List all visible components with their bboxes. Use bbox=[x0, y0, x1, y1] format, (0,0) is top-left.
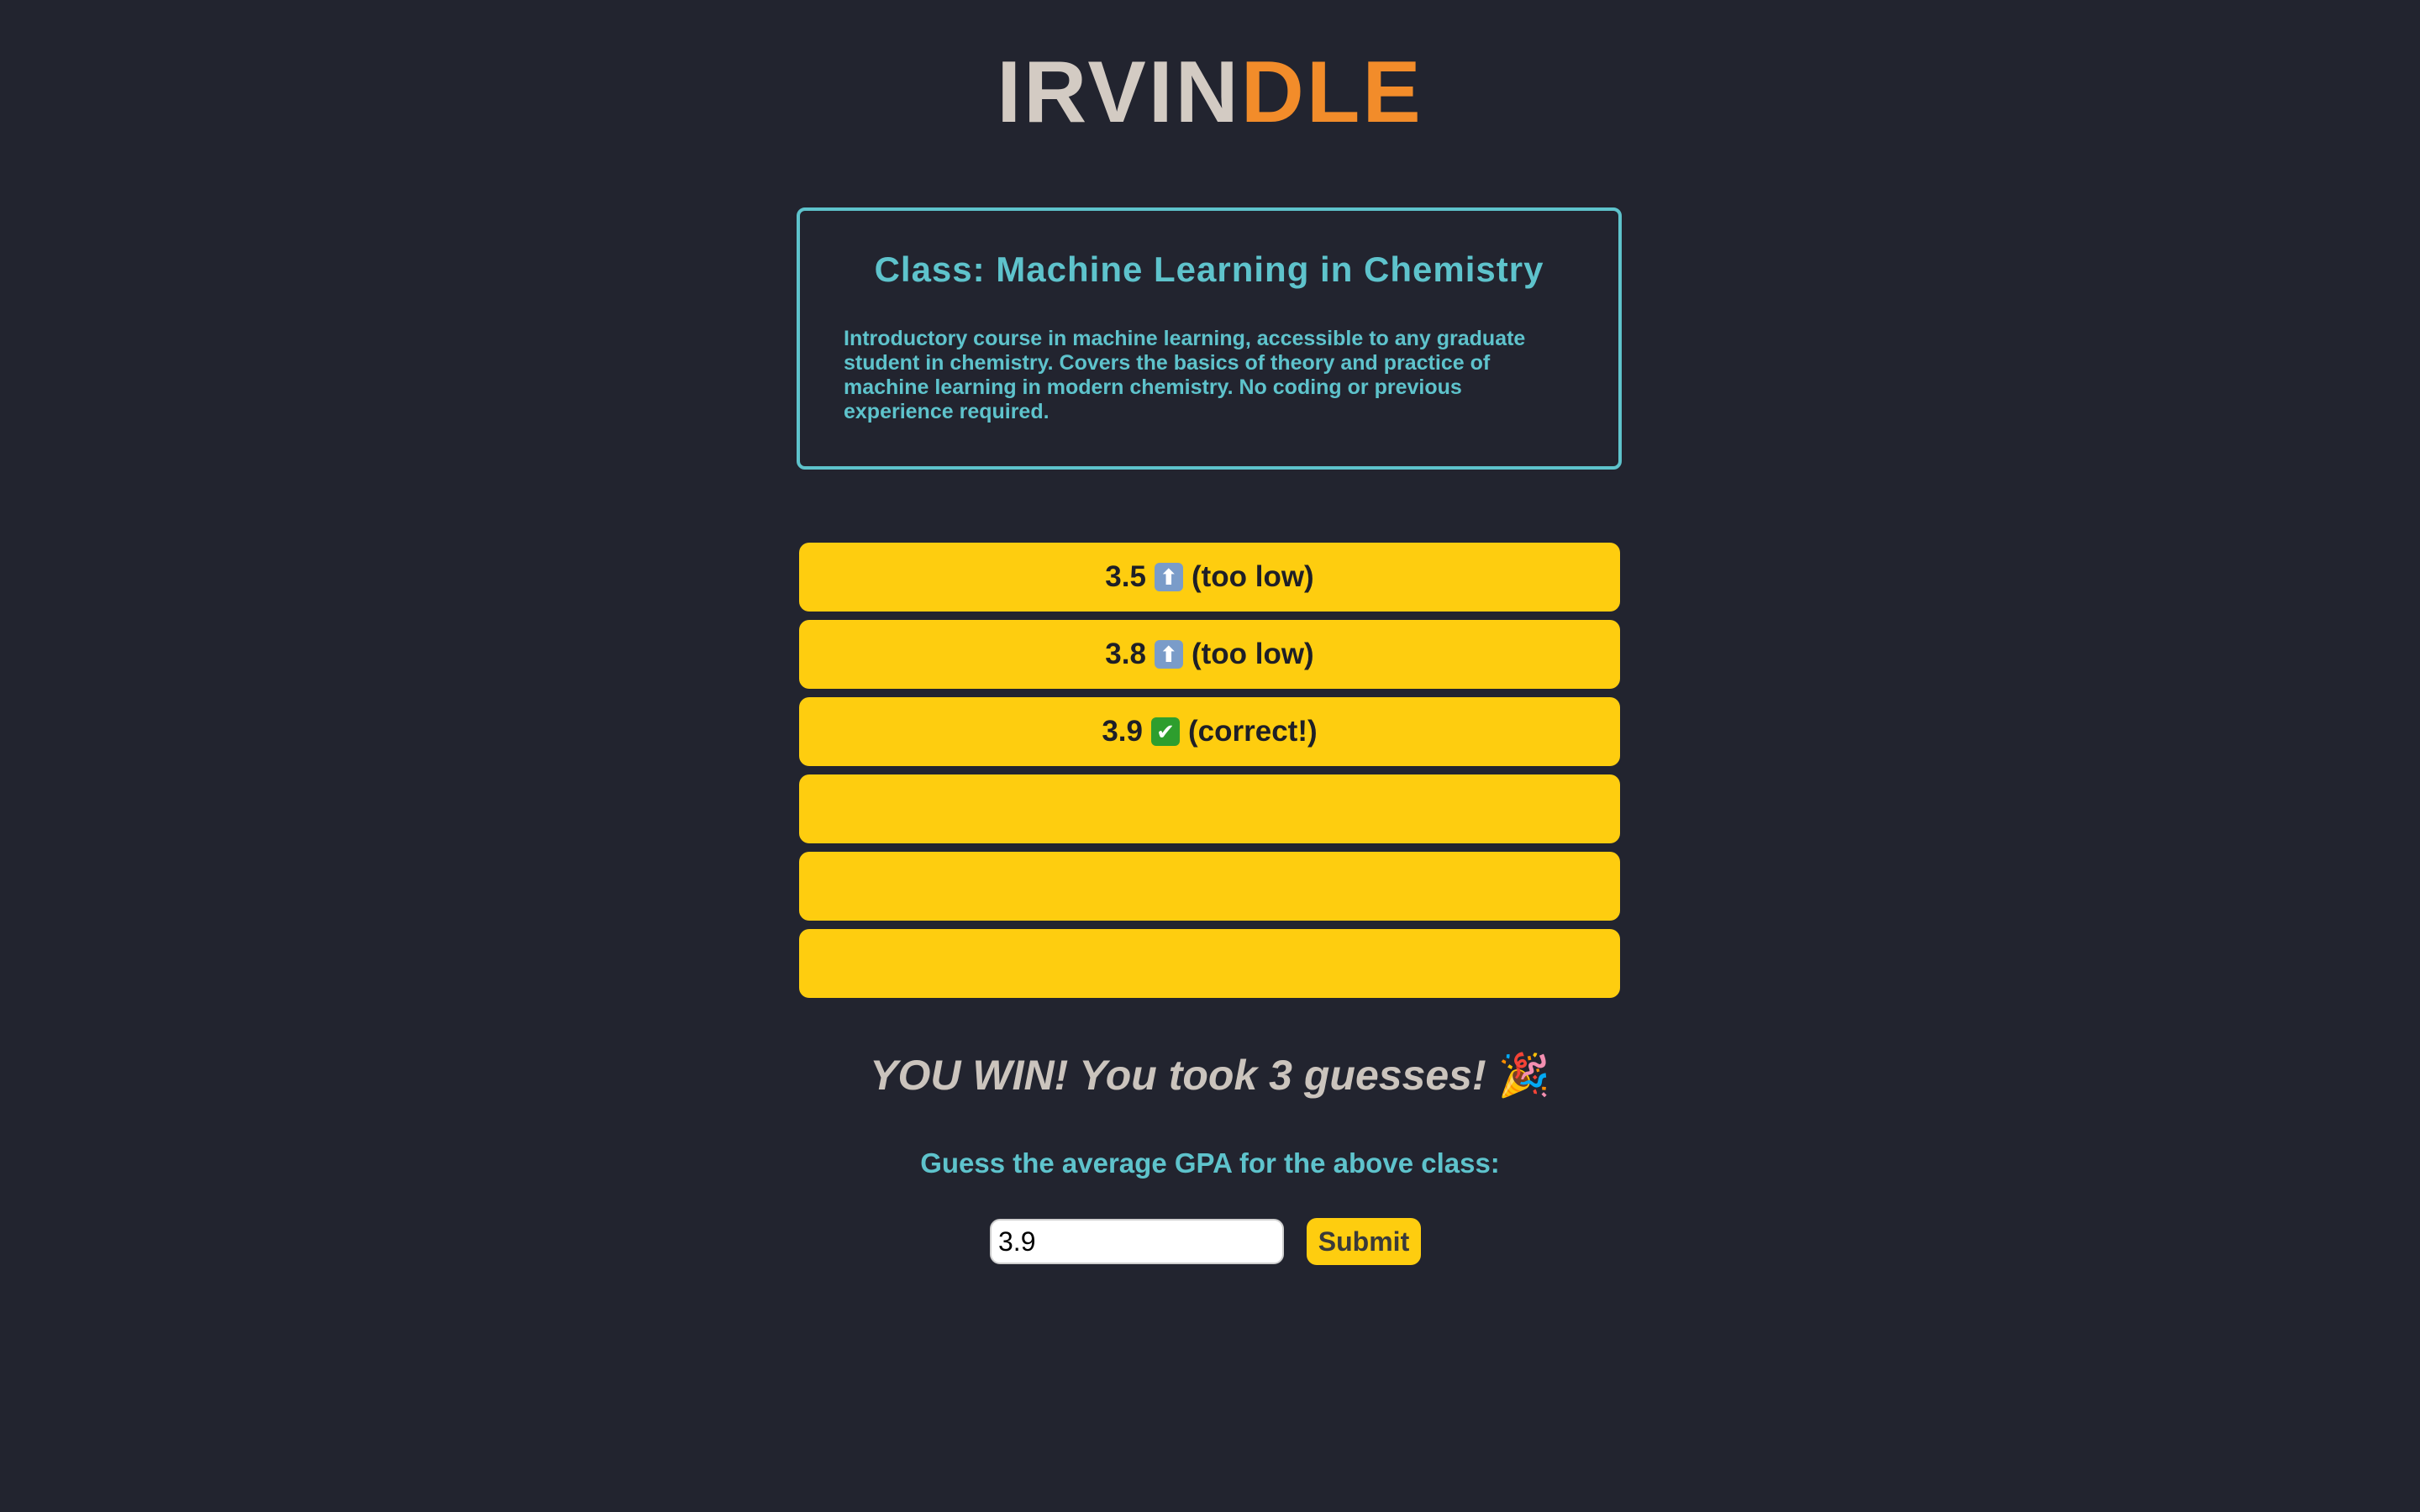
guess-row: 3.5 ⬆ (too low) bbox=[799, 543, 1620, 612]
guess-value: 3.8 bbox=[1105, 638, 1146, 670]
party-popper-icon: 🎉 bbox=[1497, 1052, 1550, 1099]
guess-feedback: (too low) bbox=[1191, 638, 1314, 670]
guess-row: 3.9 ✔ (correct!) bbox=[799, 697, 1620, 766]
guess-feedback: (correct!) bbox=[1188, 715, 1318, 748]
app-logo: IRVINDLE bbox=[0, 42, 2420, 143]
guess-value: 3.5 bbox=[1105, 560, 1146, 593]
logo-part-irvin: IRVIN bbox=[997, 44, 1241, 141]
class-title: Class: Machine Learning in Chemistry bbox=[874, 249, 1544, 289]
guess-list: 3.5 ⬆ (too low) 3.8 ⬆ (too low) 3.9 ✔ (c… bbox=[799, 543, 1620, 1006]
guess-row-empty bbox=[799, 852, 1620, 921]
logo-part-dle: DLE bbox=[1240, 44, 1423, 141]
arrow-up-icon: ⬆ bbox=[1154, 563, 1183, 591]
win-text: YOU WIN! You took 3 guesses! bbox=[870, 1052, 1486, 1099]
submit-button[interactable]: Submit bbox=[1307, 1218, 1421, 1265]
guess-row-empty bbox=[799, 774, 1620, 843]
guess-value: 3.9 bbox=[1102, 715, 1143, 748]
arrow-up-icon: ⬆ bbox=[1154, 640, 1183, 669]
guess-row: 3.8 ⬆ (too low) bbox=[799, 620, 1620, 689]
guess-row-empty bbox=[799, 929, 1620, 998]
class-info-card: Class: Machine Learning in Chemistry Int… bbox=[797, 207, 1622, 470]
check-mark-icon: ✔ bbox=[1151, 717, 1180, 746]
guess-feedback: (too low) bbox=[1191, 560, 1314, 593]
win-message: YOU WIN! You took 3 guesses! 🎉 bbox=[0, 1050, 2420, 1100]
guess-prompt: Guess the average GPA for the above clas… bbox=[920, 1147, 1500, 1179]
class-description: Introductory course in machine learning,… bbox=[844, 327, 1526, 423]
gpa-guess-input[interactable] bbox=[990, 1219, 1284, 1264]
